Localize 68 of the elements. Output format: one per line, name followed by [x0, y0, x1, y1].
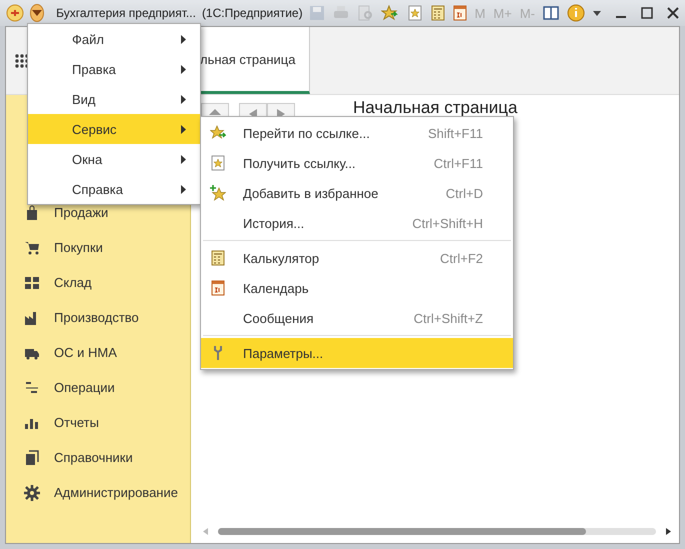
logo-icon	[6, 4, 24, 22]
menu-item[interactable]: Добавить в избранное Ctrl+D	[201, 178, 513, 208]
submenu-arrow-icon	[181, 124, 186, 134]
close-icon[interactable]	[667, 7, 679, 19]
section-label: Продажи	[54, 205, 108, 220]
submenu-arrow-icon	[181, 154, 186, 164]
submenu-arrow-icon	[181, 34, 186, 44]
star-arrow-icon	[210, 125, 226, 141]
menu-item[interactable]: Параметры...	[201, 338, 513, 368]
star-icon[interactable]	[380, 5, 399, 21]
scroll-right-icon[interactable]	[666, 528, 671, 535]
main-menu-button[interactable]	[30, 4, 44, 22]
grid-icon	[24, 274, 40, 290]
menu-item[interactable]: Калькулятор Ctrl+F2	[201, 243, 513, 273]
shortcut-label: Ctrl+Shift+H	[412, 216, 483, 230]
star-plus-icon	[210, 185, 226, 201]
section-label: Производство	[54, 310, 139, 325]
books-icon	[24, 450, 40, 466]
menu-item[interactable]: Сообщения Ctrl+Shift+Z	[201, 303, 513, 333]
caret-icon	[32, 10, 42, 16]
info-icon[interactable]	[567, 4, 585, 22]
calculator-icon[interactable]	[430, 5, 445, 21]
section-item[interactable]: ОС и НМА	[6, 335, 190, 370]
page-heading: Начальная страница	[353, 98, 518, 118]
submenu-arrow-icon	[181, 64, 186, 74]
shortcut-label: Ctrl+Shift+Z	[414, 310, 483, 326]
menu-item[interactable]: Календарь	[201, 273, 513, 303]
shortcut-label: Shift+F11	[428, 126, 483, 140]
wrench-icon	[213, 345, 223, 361]
shortcut-label: Ctrl+F2	[440, 250, 483, 266]
menu-item[interactable]: Справка	[28, 174, 200, 204]
section-item[interactable]: Отчеты	[6, 405, 190, 440]
caret-icon[interactable]	[593, 10, 601, 16]
menu-item[interactable]: Получить ссылку... Ctrl+F11	[201, 148, 513, 178]
section-label: ОС и НМА	[54, 345, 117, 360]
star-page-icon	[211, 155, 225, 171]
section-label: Покупки	[54, 240, 103, 255]
section-label: Отчеты	[54, 415, 99, 430]
section-item[interactable]: Справочники	[6, 440, 190, 475]
gear-icon	[24, 484, 40, 500]
menu-item[interactable]: История... Ctrl+Shift+H	[201, 208, 513, 238]
section-item[interactable]: Операции	[6, 370, 190, 405]
cart-icon	[24, 240, 40, 256]
panel-icon[interactable]	[543, 5, 559, 21]
maximize-icon[interactable]	[641, 7, 653, 19]
section-item[interactable]: Склад	[6, 265, 190, 300]
section-label: Администрирование	[54, 485, 178, 500]
submenu-arrow-icon	[181, 94, 186, 104]
calendar-icon	[211, 280, 225, 296]
section-item[interactable]: Покупки	[6, 230, 190, 265]
bag-icon	[24, 204, 40, 220]
scroll-left-icon[interactable]	[203, 528, 208, 535]
shortcut-label: Ctrl+F11	[434, 156, 483, 170]
section-item[interactable]: Производство	[6, 300, 190, 335]
menu-item[interactable]: Окна	[28, 144, 200, 174]
calendar-icon[interactable]	[452, 5, 467, 21]
menu-item[interactable]: Перейти по ссылке... Shift+F11	[201, 118, 513, 148]
star-page-icon[interactable]	[406, 5, 423, 21]
section-label: Операции	[54, 380, 115, 395]
section-item[interactable]: Администрирование	[6, 475, 190, 510]
section-label: Справочники	[54, 450, 133, 465]
app-name: (1С:Предприятие)	[202, 6, 303, 20]
shortcut-label: Ctrl+D	[446, 186, 483, 200]
section-label: Склад	[54, 275, 92, 290]
submenu-arrow-icon	[181, 184, 186, 194]
menu-item[interactable]: Сервис	[28, 114, 200, 144]
calculator-icon	[211, 250, 225, 266]
window-title: Бухгалтерия предприят...	[56, 6, 196, 20]
